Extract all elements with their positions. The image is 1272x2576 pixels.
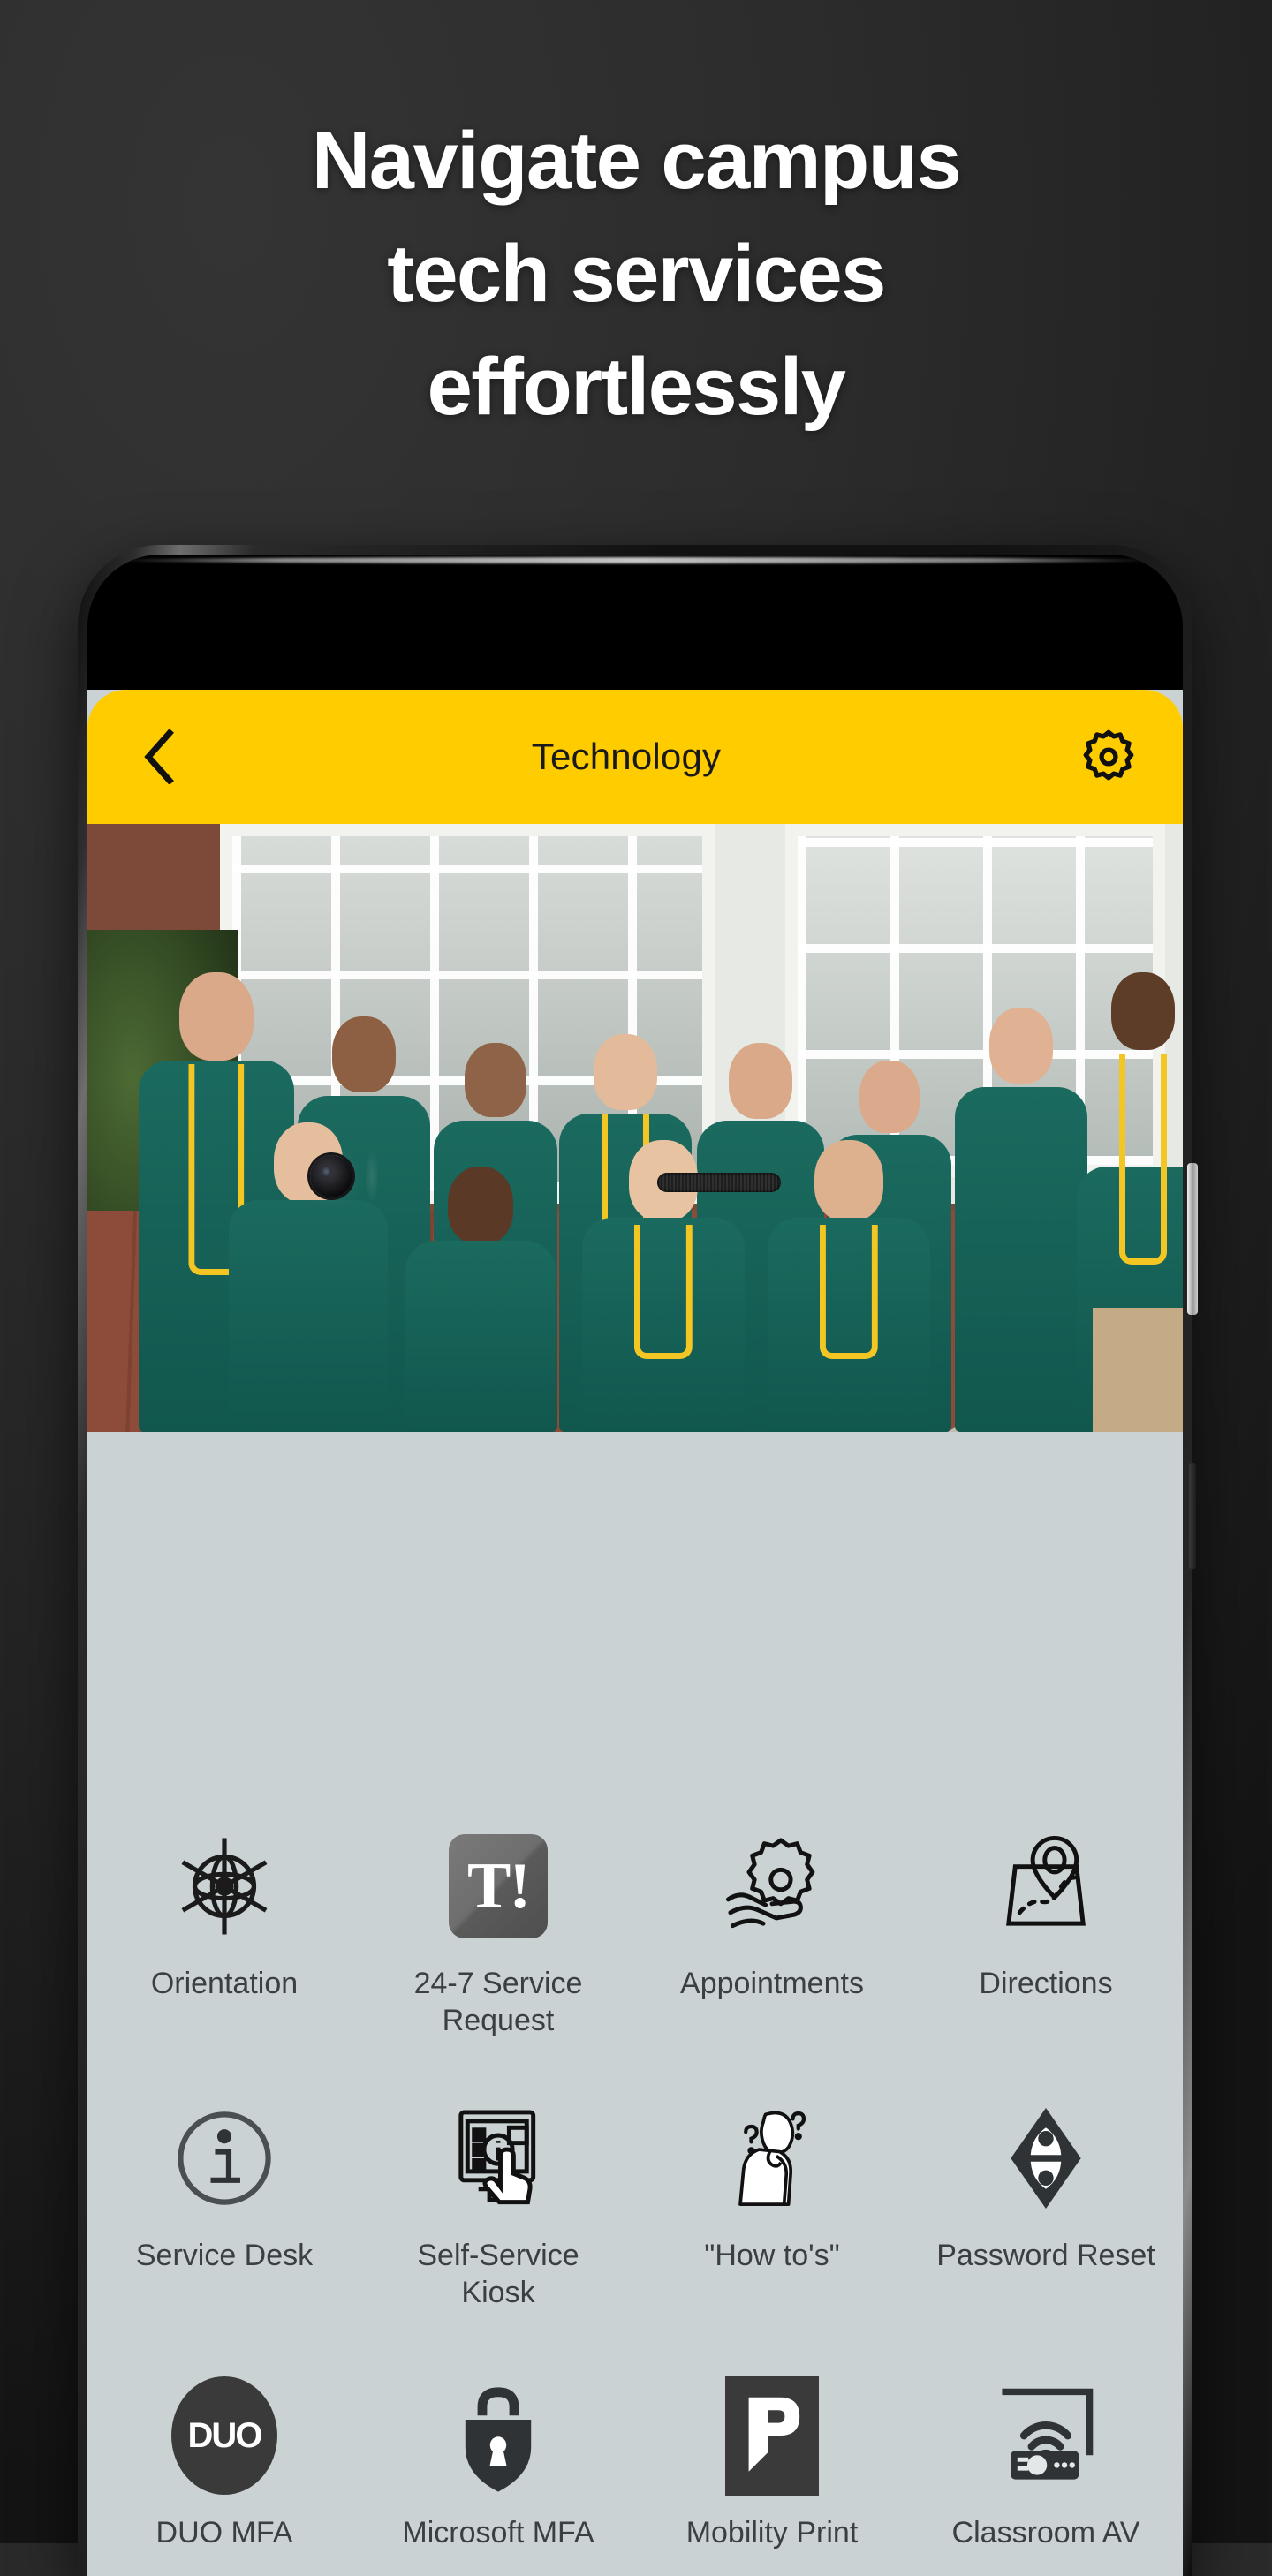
- grid-item-label: Self-Service Kiosk: [417, 2239, 579, 2309]
- grid-item-label: "How to's": [704, 2239, 840, 2272]
- hero-photo: [87, 824, 1183, 1432]
- padlock-shield-icon: [439, 2376, 557, 2495]
- grid-row-spacer: [87, 2039, 1183, 2099]
- grid-item-label: Orientation: [150, 1967, 299, 2000]
- grid-item-label: Directions: [979, 1967, 1113, 2000]
- gear-in-hand-icon: [713, 1827, 831, 1945]
- service-grid: Orientation T! 24-7 Service Request Appo…: [87, 1432, 1183, 2551]
- projector-wifi-icon: [987, 2376, 1105, 2495]
- app-bar: Technology: [87, 690, 1183, 824]
- duo-oval-icon: DUO: [165, 2376, 284, 2495]
- hero-person: [768, 1140, 930, 1432]
- promo-headline: Navigate campus tech services effortless…: [0, 104, 1272, 443]
- headline-line-2: tech services: [387, 229, 886, 319]
- page-title: Technology: [531, 736, 722, 777]
- papercut-p-icon: [713, 2376, 831, 2496]
- hero-person: [405, 1167, 556, 1432]
- earpiece-speaker: [657, 1173, 781, 1192]
- grid-row: Orientation T! 24-7 Service Request Appo…: [87, 1827, 1183, 2039]
- hero-person: [229, 1122, 388, 1432]
- front-camera-icon: [310, 1155, 352, 1197]
- diamond-key-icon: [987, 2099, 1105, 2217]
- thinking-person-icon: [713, 2099, 831, 2217]
- grid-item-how-tos[interactable]: "How to's": [635, 2099, 909, 2311]
- grid-item-appointments[interactable]: Appointments: [635, 1827, 909, 2039]
- grid-item-24-7-service-request[interactable]: T! 24-7 Service Request: [361, 1827, 635, 2039]
- map-pin-icon: [987, 1827, 1105, 1945]
- t-exclamation-badge-icon: T!: [439, 1827, 557, 1945]
- headline-line-1: Navigate campus: [311, 116, 962, 206]
- grid-item-classroom-av[interactable]: Classroom AV: [909, 2376, 1183, 2551]
- grid-item-directions[interactable]: Directions: [909, 1827, 1183, 2039]
- grid-item-label: 24-7 Service Request: [413, 1967, 583, 2037]
- settings-button[interactable]: [1075, 723, 1142, 790]
- phone-screen-area: Technology Orientation T! 24-7 Service R…: [87, 555, 1183, 2576]
- power-button[interactable]: [1187, 1163, 1198, 1315]
- phone-mockup: Technology Orientation T! 24-7 Service R…: [78, 545, 1198, 2576]
- kiosk-touch-icon: [439, 2099, 557, 2217]
- hero-person: [1077, 972, 1183, 1432]
- volume-button[interactable]: [1189, 1463, 1196, 1569]
- grid-row: DUO DUO MFA Microsoft MFA Mobility Print…: [87, 2376, 1183, 2551]
- grid-item-label: Classroom AV: [951, 2516, 1140, 2550]
- grid-item-label: Password Reset: [936, 2239, 1155, 2272]
- grid-item-service-desk[interactable]: Service Desk: [87, 2099, 361, 2311]
- info-circle-icon: [165, 2099, 284, 2217]
- grid-item-microsoft-mfa[interactable]: Microsoft MFA: [361, 2376, 635, 2551]
- grid-item-label: Service Desk: [135, 2239, 314, 2272]
- grid-item-label: Mobility Print: [685, 2516, 859, 2550]
- grid-item-password-reset[interactable]: Password Reset: [909, 2099, 1183, 2311]
- grid-item-label: Appointments: [680, 1967, 864, 2000]
- grid-item-duo-mfa[interactable]: DUO DUO MFA: [87, 2376, 361, 2551]
- ship-wheel-icon: [165, 1827, 284, 1945]
- grid-item-self-service-kiosk[interactable]: Self-Service Kiosk: [361, 2099, 635, 2311]
- gear-icon: [1083, 729, 1134, 781]
- grid-item-label: Microsoft MFA: [402, 2516, 594, 2550]
- grid-row-spacer: [87, 2311, 1183, 2376]
- camera-flare: [365, 1150, 379, 1203]
- grid-item-orientation[interactable]: Orientation: [87, 1827, 361, 2039]
- grid-row: Service Desk Self-Service Kiosk "How to'…: [87, 2099, 1183, 2311]
- grid-item-mobility-print[interactable]: Mobility Print: [635, 2376, 909, 2551]
- app-screen: Technology Orientation T! 24-7 Service R…: [87, 690, 1183, 2576]
- bezel-highlight: [110, 557, 1160, 563]
- chevron-left-icon: [144, 729, 174, 784]
- duo-wordmark: DUO: [171, 2376, 277, 2495]
- grid-item-label: DUO MFA: [155, 2516, 293, 2550]
- hero-person: [955, 1008, 1087, 1432]
- headline-line-3: effortlessly: [427, 342, 846, 432]
